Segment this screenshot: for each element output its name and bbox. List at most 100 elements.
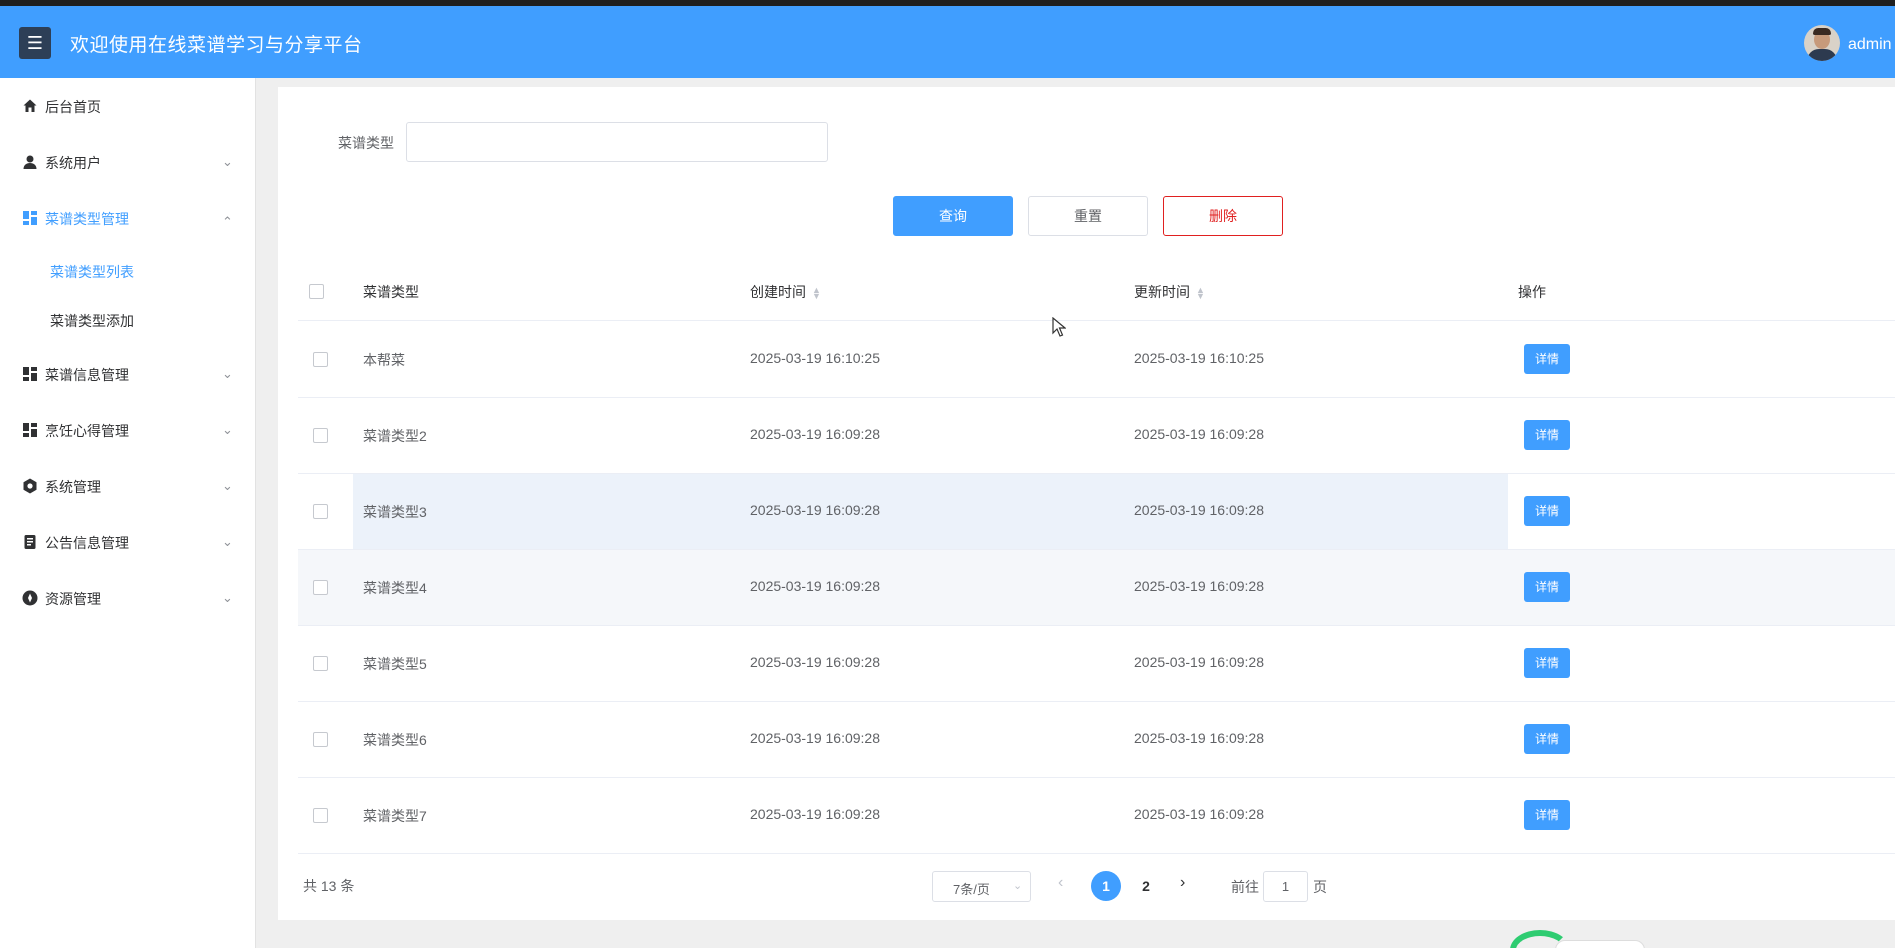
cell-selection-highlight <box>353 474 1508 549</box>
sort-icon[interactable]: ▲ ▼ <box>1196 286 1205 301</box>
cell-created: 2025-03-19 16:09:28 <box>750 654 880 670</box>
pagination-total: 共 13 条 <box>303 878 355 894</box>
sidebar-item-recipe-info[interactable]: 菜谱信息管理 ⌄ <box>0 354 256 394</box>
chevron-down-icon: ⌄ <box>222 590 233 605</box>
home-icon <box>23 99 37 112</box>
cell-updated: 2025-03-19 16:09:28 <box>1134 578 1264 594</box>
filter-label: 菜谱类型 <box>338 135 394 151</box>
detail-button[interactable]: 详情 <box>1524 496 1570 526</box>
cell-type: 菜谱类型6 <box>363 732 427 748</box>
prev-page-icon[interactable]: ‹ <box>1058 874 1063 892</box>
chevron-down-icon: ⌄ <box>222 422 233 437</box>
page-number-1[interactable]: 1 <box>1091 871 1121 901</box>
chevron-down-icon: ⌄ <box>222 534 233 549</box>
sidebar-item-recipe-type[interactable]: 菜谱类型管理 ⌃ <box>0 198 256 238</box>
row-checkbox[interactable] <box>313 580 328 595</box>
avatar[interactable] <box>1804 25 1840 61</box>
delete-button[interactable]: 删除 <box>1163 196 1283 236</box>
cell-updated: 2025-03-19 16:09:28 <box>1134 654 1264 670</box>
mouse-cursor-icon <box>1052 317 1066 337</box>
reset-button[interactable]: 重置 <box>1028 196 1148 236</box>
column-header-type: 菜谱类型 <box>363 284 419 300</box>
table-header: 菜谱类型 创建时间 ▲ ▼ 更新时间 ▲ ▼ 操作 <box>298 264 1895 321</box>
table-row: 菜谱类型2 2025-03-19 16:09:28 2025-03-19 16:… <box>298 398 1895 474</box>
sidebar-item-resource-mgmt[interactable]: 资源管理 ⌄ <box>0 578 256 618</box>
goto-page-input[interactable]: 1 <box>1263 871 1308 902</box>
column-header-label: 创建时间 <box>750 284 806 300</box>
cell-updated: 2025-03-19 16:09:28 <box>1134 806 1264 822</box>
sidebar-subitem-recipe-type-add[interactable]: 菜谱类型添加 <box>0 300 256 340</box>
detail-button[interactable]: 详情 <box>1524 572 1570 602</box>
goto-suffix: 页 <box>1313 879 1327 895</box>
row-checkbox[interactable] <box>313 428 328 443</box>
next-page-icon[interactable]: › <box>1180 874 1185 892</box>
sidebar-item-label: 系统管理 <box>45 479 101 495</box>
table-row: 菜谱类型3 2025-03-19 16:09:28 2025-03-19 16:… <box>298 474 1895 550</box>
cell-updated: 2025-03-19 16:09:28 <box>1134 502 1264 518</box>
cell-type: 菜谱类型4 <box>363 580 427 596</box>
sidebar-item-notice-mgmt[interactable]: 公告信息管理 ⌄ <box>0 522 256 562</box>
column-header-updated[interactable]: 更新时间 ▲ ▼ <box>1134 282 1205 302</box>
compass-icon <box>22 590 38 606</box>
row-checkbox[interactable] <box>313 352 328 367</box>
grid-icon <box>23 367 37 381</box>
row-checkbox[interactable] <box>313 656 328 671</box>
sort-icon[interactable]: ▲ ▼ <box>812 286 821 301</box>
sidebar: 后台首页 系统用户 ⌄ 菜谱类型管理 ⌃ 菜谱类型列表 菜谱类型添加 菜谱信息管… <box>0 78 256 948</box>
recipe-type-search-input[interactable] <box>406 122 828 162</box>
cell-updated: 2025-03-19 16:09:28 <box>1134 730 1264 746</box>
column-header-actions: 操作 <box>1518 284 1546 300</box>
floating-widget[interactable] <box>1555 940 1645 948</box>
chevron-down-icon: ⌄ <box>222 366 233 381</box>
chevron-down-icon: ⌄ <box>1013 880 1023 892</box>
cell-type: 菜谱类型5 <box>363 656 427 672</box>
page-number-2[interactable]: 2 <box>1131 871 1161 901</box>
sidebar-item-home[interactable]: 后台首页 <box>0 86 256 126</box>
sidebar-item-label: 资源管理 <box>45 591 101 607</box>
cell-created: 2025-03-19 16:09:28 <box>750 578 880 594</box>
sidebar-subitem-label: 菜谱类型添加 <box>50 313 134 329</box>
cell-created: 2025-03-19 16:09:28 <box>750 426 880 442</box>
detail-button[interactable]: 详情 <box>1524 344 1570 374</box>
grid-icon <box>23 211 37 225</box>
cell-updated: 2025-03-19 16:09:28 <box>1134 426 1264 442</box>
row-checkbox[interactable] <box>313 808 328 823</box>
table-row: 菜谱类型6 2025-03-19 16:09:28 2025-03-19 16:… <box>298 702 1895 778</box>
page-size-select[interactable]: 7条/页 ⌄ <box>932 871 1031 902</box>
cell-created: 2025-03-19 16:10:25 <box>750 350 880 366</box>
detail-button[interactable]: 详情 <box>1524 648 1570 678</box>
table-row: 菜谱类型4 2025-03-19 16:09:28 2025-03-19 16:… <box>298 550 1895 626</box>
table-row: 本帮菜 2025-03-19 16:10:25 2025-03-19 16:10… <box>298 322 1895 398</box>
hamburger-icon[interactable]: ☰ <box>19 27 51 59</box>
detail-button[interactable]: 详情 <box>1524 800 1570 830</box>
sidebar-item-cooking-notes[interactable]: 烹饪心得管理 ⌄ <box>0 410 256 450</box>
user-icon <box>23 155 37 169</box>
column-header-label: 更新时间 <box>1134 284 1190 300</box>
gear-icon <box>23 478 37 494</box>
sidebar-item-label: 公告信息管理 <box>45 535 129 551</box>
query-button[interactable]: 查询 <box>893 196 1013 236</box>
column-header-created[interactable]: 创建时间 ▲ ▼ <box>750 282 821 302</box>
row-checkbox[interactable] <box>313 504 328 519</box>
detail-button[interactable]: 详情 <box>1524 420 1570 450</box>
goto-label: 前往 <box>1231 879 1259 895</box>
cell-type: 菜谱类型2 <box>363 428 427 444</box>
chevron-up-icon: ⌃ <box>222 214 233 229</box>
user-name: admin <box>1848 36 1892 53</box>
page-size-value: 7条/页 <box>953 882 990 897</box>
sidebar-subitem-recipe-type-list[interactable]: 菜谱类型列表 <box>0 251 256 291</box>
sidebar-item-label: 后台首页 <box>45 99 101 115</box>
table-row: 菜谱类型7 2025-03-19 16:09:28 2025-03-19 16:… <box>298 778 1895 854</box>
cell-type: 菜谱类型3 <box>363 504 427 520</box>
detail-button[interactable]: 详情 <box>1524 724 1570 754</box>
grid-icon <box>23 423 37 437</box>
sidebar-item-system-users[interactable]: 系统用户 ⌄ <box>0 142 256 182</box>
sidebar-item-label: 菜谱类型管理 <box>45 211 129 227</box>
sidebar-item-label: 系统用户 <box>45 155 101 171</box>
user-menu[interactable]: admin ▾ <box>1848 34 1895 54</box>
row-checkbox[interactable] <box>313 732 328 747</box>
table-row: 菜谱类型5 2025-03-19 16:09:28 2025-03-19 16:… <box>298 626 1895 702</box>
sidebar-item-system-mgmt[interactable]: 系统管理 ⌄ <box>0 466 256 506</box>
select-all-checkbox[interactable] <box>309 284 324 299</box>
chevron-down-icon: ⌄ <box>222 154 233 169</box>
